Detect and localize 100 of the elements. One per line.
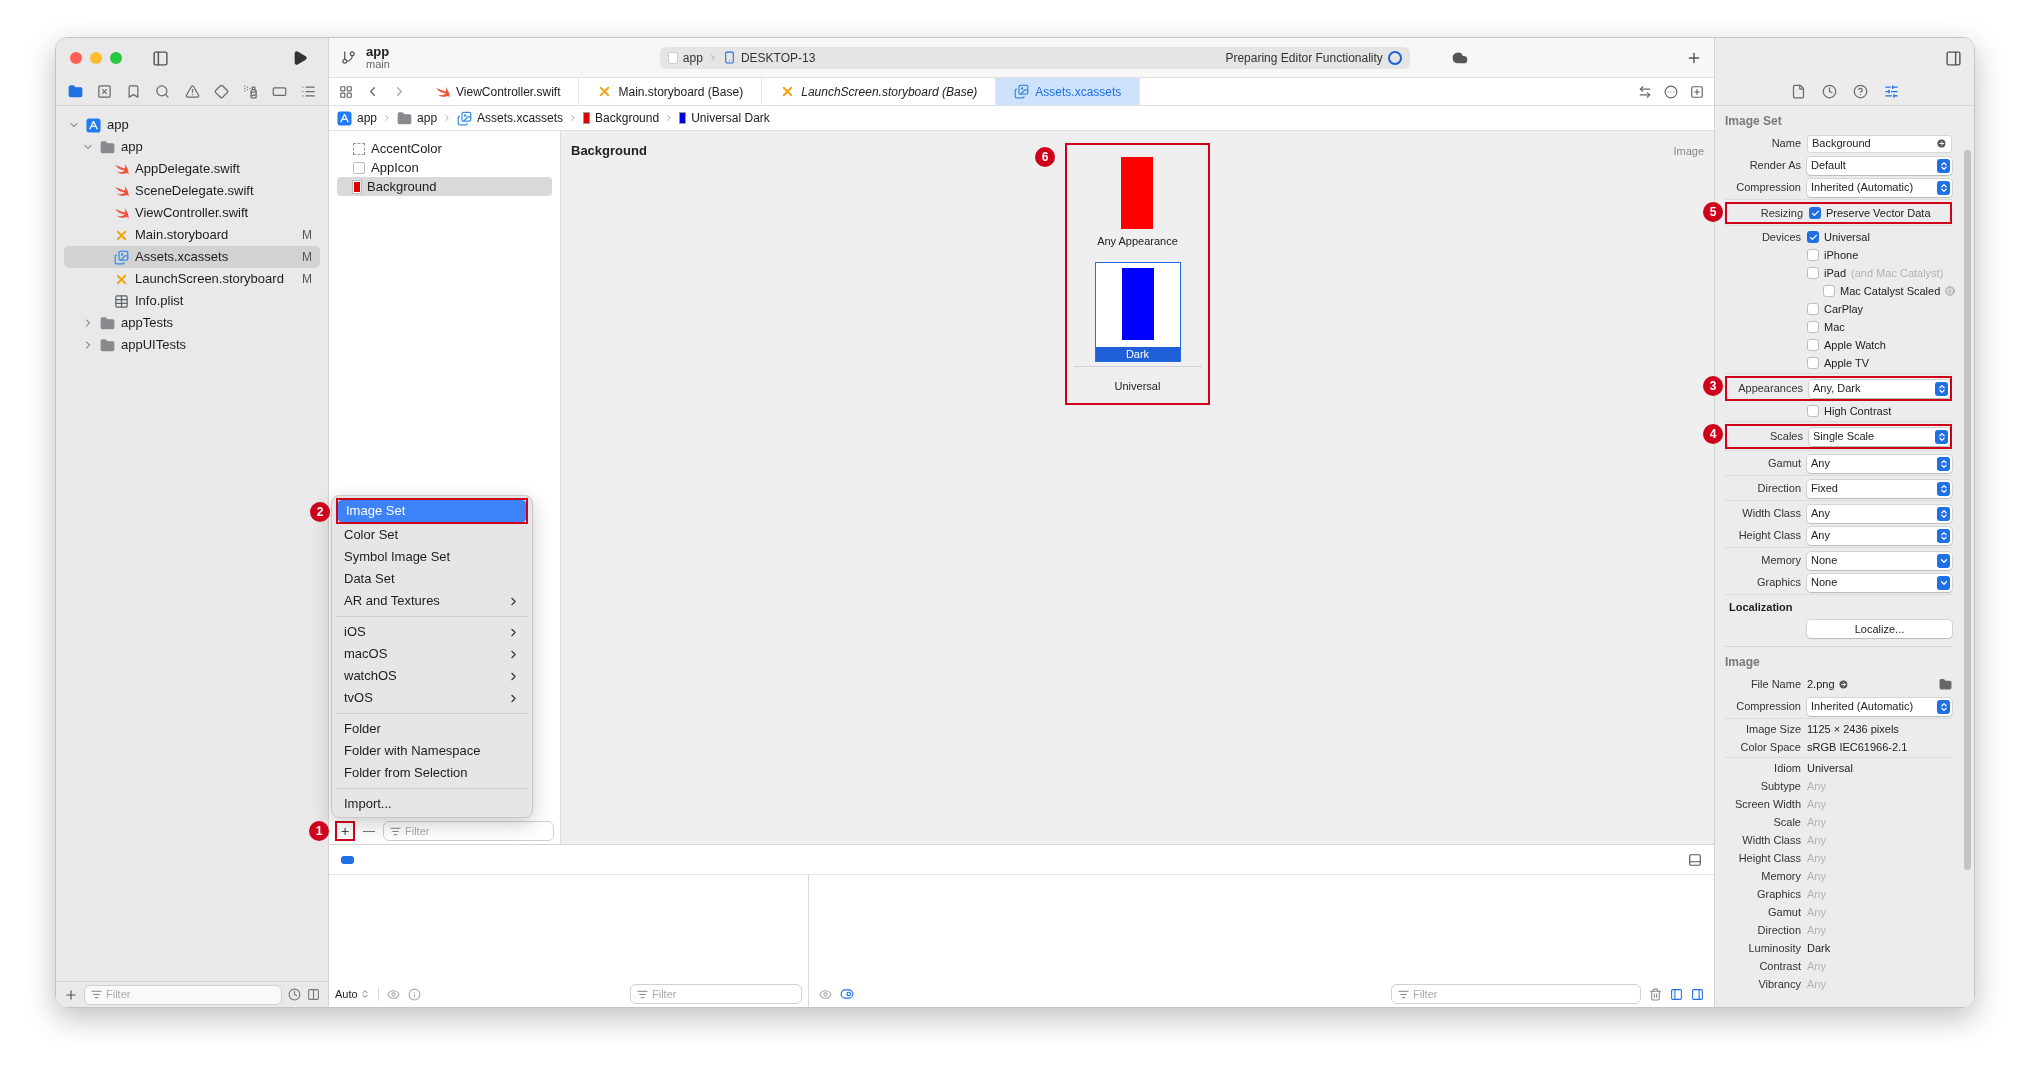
popup-button[interactable]: Any xyxy=(1807,454,1952,473)
run-button[interactable] xyxy=(292,50,308,66)
menu-item[interactable]: Image Set xyxy=(338,500,526,522)
asset-item[interactable]: AccentColor xyxy=(337,139,552,158)
menu-item[interactable]: Import... xyxy=(336,793,528,815)
square-x-icon[interactable] xyxy=(97,84,113,99)
add-editor-icon[interactable] xyxy=(1690,84,1704,99)
image-slot[interactable]: Dark xyxy=(1094,261,1181,362)
checkbox[interactable] xyxy=(1807,339,1819,351)
checkbox[interactable] xyxy=(1807,249,1819,261)
editor-tab[interactable]: Main.storyboard (Base) xyxy=(579,78,763,105)
list-icon[interactable] xyxy=(301,84,316,99)
file-icon[interactable] xyxy=(1790,84,1806,99)
menu-item[interactable]: tvOS xyxy=(336,687,528,709)
menu-item[interactable]: AR and Textures xyxy=(336,590,528,612)
clock-icon[interactable] xyxy=(1821,84,1837,99)
info-icon[interactable] xyxy=(407,987,421,1001)
menu-item[interactable]: Symbol Image Set xyxy=(336,546,528,568)
breadcrumb-item[interactable]: Background xyxy=(595,109,660,127)
menu-item[interactable]: Folder xyxy=(336,718,528,740)
add-button[interactable]: + xyxy=(337,823,353,839)
file-tree-item[interactable]: Info.plist xyxy=(64,290,320,312)
popup-button[interactable]: Fixed xyxy=(1807,479,1952,498)
add-icon[interactable] xyxy=(64,987,78,1002)
trash-icon[interactable] xyxy=(1649,987,1662,1001)
checkbox[interactable] xyxy=(1807,357,1819,369)
file-tree-item[interactable]: LaunchScreen.storyboard M xyxy=(64,268,320,290)
clock-icon[interactable] xyxy=(288,988,301,1001)
search-icon[interactable] xyxy=(155,84,171,99)
folder-icon[interactable] xyxy=(1939,678,1952,691)
spray-can-icon[interactable] xyxy=(242,84,258,99)
file-tree-item[interactable]: app xyxy=(64,114,320,136)
branch-icon[interactable] xyxy=(341,50,356,65)
asset-item[interactable]: AppIcon xyxy=(337,158,552,177)
panel-bottom-icon[interactable] xyxy=(1688,852,1702,867)
help-icon[interactable] xyxy=(1852,84,1868,99)
breadcrumb-item[interactable]: app xyxy=(357,109,378,127)
more-icon[interactable] xyxy=(1664,84,1678,99)
checkbox[interactable] xyxy=(1809,207,1821,219)
file-tree-item[interactable]: Main.storyboard M xyxy=(64,224,320,246)
file-tree-item[interactable]: AppDelegate.swift xyxy=(64,158,320,180)
panel-left-icon[interactable] xyxy=(1670,987,1683,1001)
menu-item[interactable]: iOS xyxy=(336,621,528,643)
destination-name[interactable]: DESKTOP-13 xyxy=(740,48,816,67)
file-tree-item[interactable]: app xyxy=(64,136,320,158)
checkbox[interactable] xyxy=(1807,303,1819,315)
warning-icon[interactable] xyxy=(184,84,200,99)
diamond-icon[interactable] xyxy=(213,84,229,99)
checkbox[interactable] xyxy=(1807,267,1819,279)
asset-item[interactable]: Background xyxy=(337,177,552,196)
arrow-circle-icon[interactable] xyxy=(1837,679,1849,690)
image-slot[interactable]: Any Appearance xyxy=(1097,157,1178,250)
breadcrumb-item[interactable]: app xyxy=(417,109,438,127)
eye-icon[interactable] xyxy=(386,987,400,1001)
file-tree-item[interactable]: ViewController.swift xyxy=(64,202,320,224)
inspector-toggle-icon[interactable] xyxy=(1945,49,1962,67)
eye-icon[interactable] xyxy=(819,987,832,1001)
file-tree-item[interactable]: appUITests xyxy=(64,334,320,356)
checkbox[interactable] xyxy=(1807,231,1819,243)
folder-icon[interactable] xyxy=(68,84,83,99)
remove-button[interactable]: — xyxy=(361,822,377,840)
sidebar-toggle-icon[interactable] xyxy=(152,49,169,67)
close-button[interactable] xyxy=(70,52,82,64)
popup-button[interactable]: Any xyxy=(1807,504,1952,523)
arrow-circle-icon[interactable] xyxy=(1936,138,1947,149)
grid-icon[interactable] xyxy=(339,84,353,99)
breadcrumb-item[interactable]: Assets.xcassets xyxy=(477,109,564,127)
popup-button[interactable]: Inherited (Automatic) xyxy=(1807,697,1952,716)
file-tree-item[interactable]: SceneDelegate.swift xyxy=(64,180,320,202)
popup-button[interactable]: None xyxy=(1807,573,1952,592)
file-tree-item[interactable]: Assets.xcassets M xyxy=(64,246,320,268)
popup-button[interactable]: Any xyxy=(1807,526,1952,545)
name-field[interactable]: Background xyxy=(1807,134,1952,153)
split-icon[interactable] xyxy=(307,988,320,1001)
menu-item[interactable]: macOS xyxy=(336,643,528,665)
checkbox[interactable] xyxy=(1823,285,1835,297)
checkbox[interactable] xyxy=(1807,321,1819,333)
bookmark-icon[interactable] xyxy=(126,84,142,99)
menu-item[interactable]: watchOS xyxy=(336,665,528,687)
popup-button[interactable]: None xyxy=(1807,551,1952,570)
menu-item[interactable]: Color Set xyxy=(336,524,528,546)
localize-button[interactable]: Localize... xyxy=(1807,620,1952,638)
popup-button[interactable]: Any, Dark xyxy=(1809,379,1950,398)
sliders-icon[interactable] xyxy=(1883,84,1899,99)
scheme-name[interactable]: app xyxy=(682,48,703,67)
menu-item[interactable]: Data Set xyxy=(336,568,528,590)
panel-right-icon[interactable] xyxy=(1691,987,1704,1001)
swap-icon[interactable] xyxy=(1638,84,1652,99)
editor-tab[interactable]: Assets.xcassets xyxy=(996,78,1141,105)
popup-button[interactable]: Inherited (Automatic) xyxy=(1807,178,1952,197)
toggle-icon[interactable] xyxy=(840,987,854,1001)
rounded-rectangle-icon[interactable] xyxy=(271,84,287,99)
breadcrumb-item[interactable]: Universal Dark xyxy=(691,109,770,127)
popup-button[interactable]: Default xyxy=(1807,156,1952,175)
breakpoint-toggle-icon[interactable] xyxy=(341,855,354,864)
scope-popup[interactable]: Auto xyxy=(335,985,370,1003)
popup-button[interactable]: Single Scale xyxy=(1809,427,1950,446)
editor-tab[interactable]: ViewController.swift xyxy=(417,78,580,105)
menu-item[interactable]: Folder from Selection xyxy=(336,762,528,784)
menu-item[interactable]: Folder with Namespace xyxy=(336,740,528,762)
